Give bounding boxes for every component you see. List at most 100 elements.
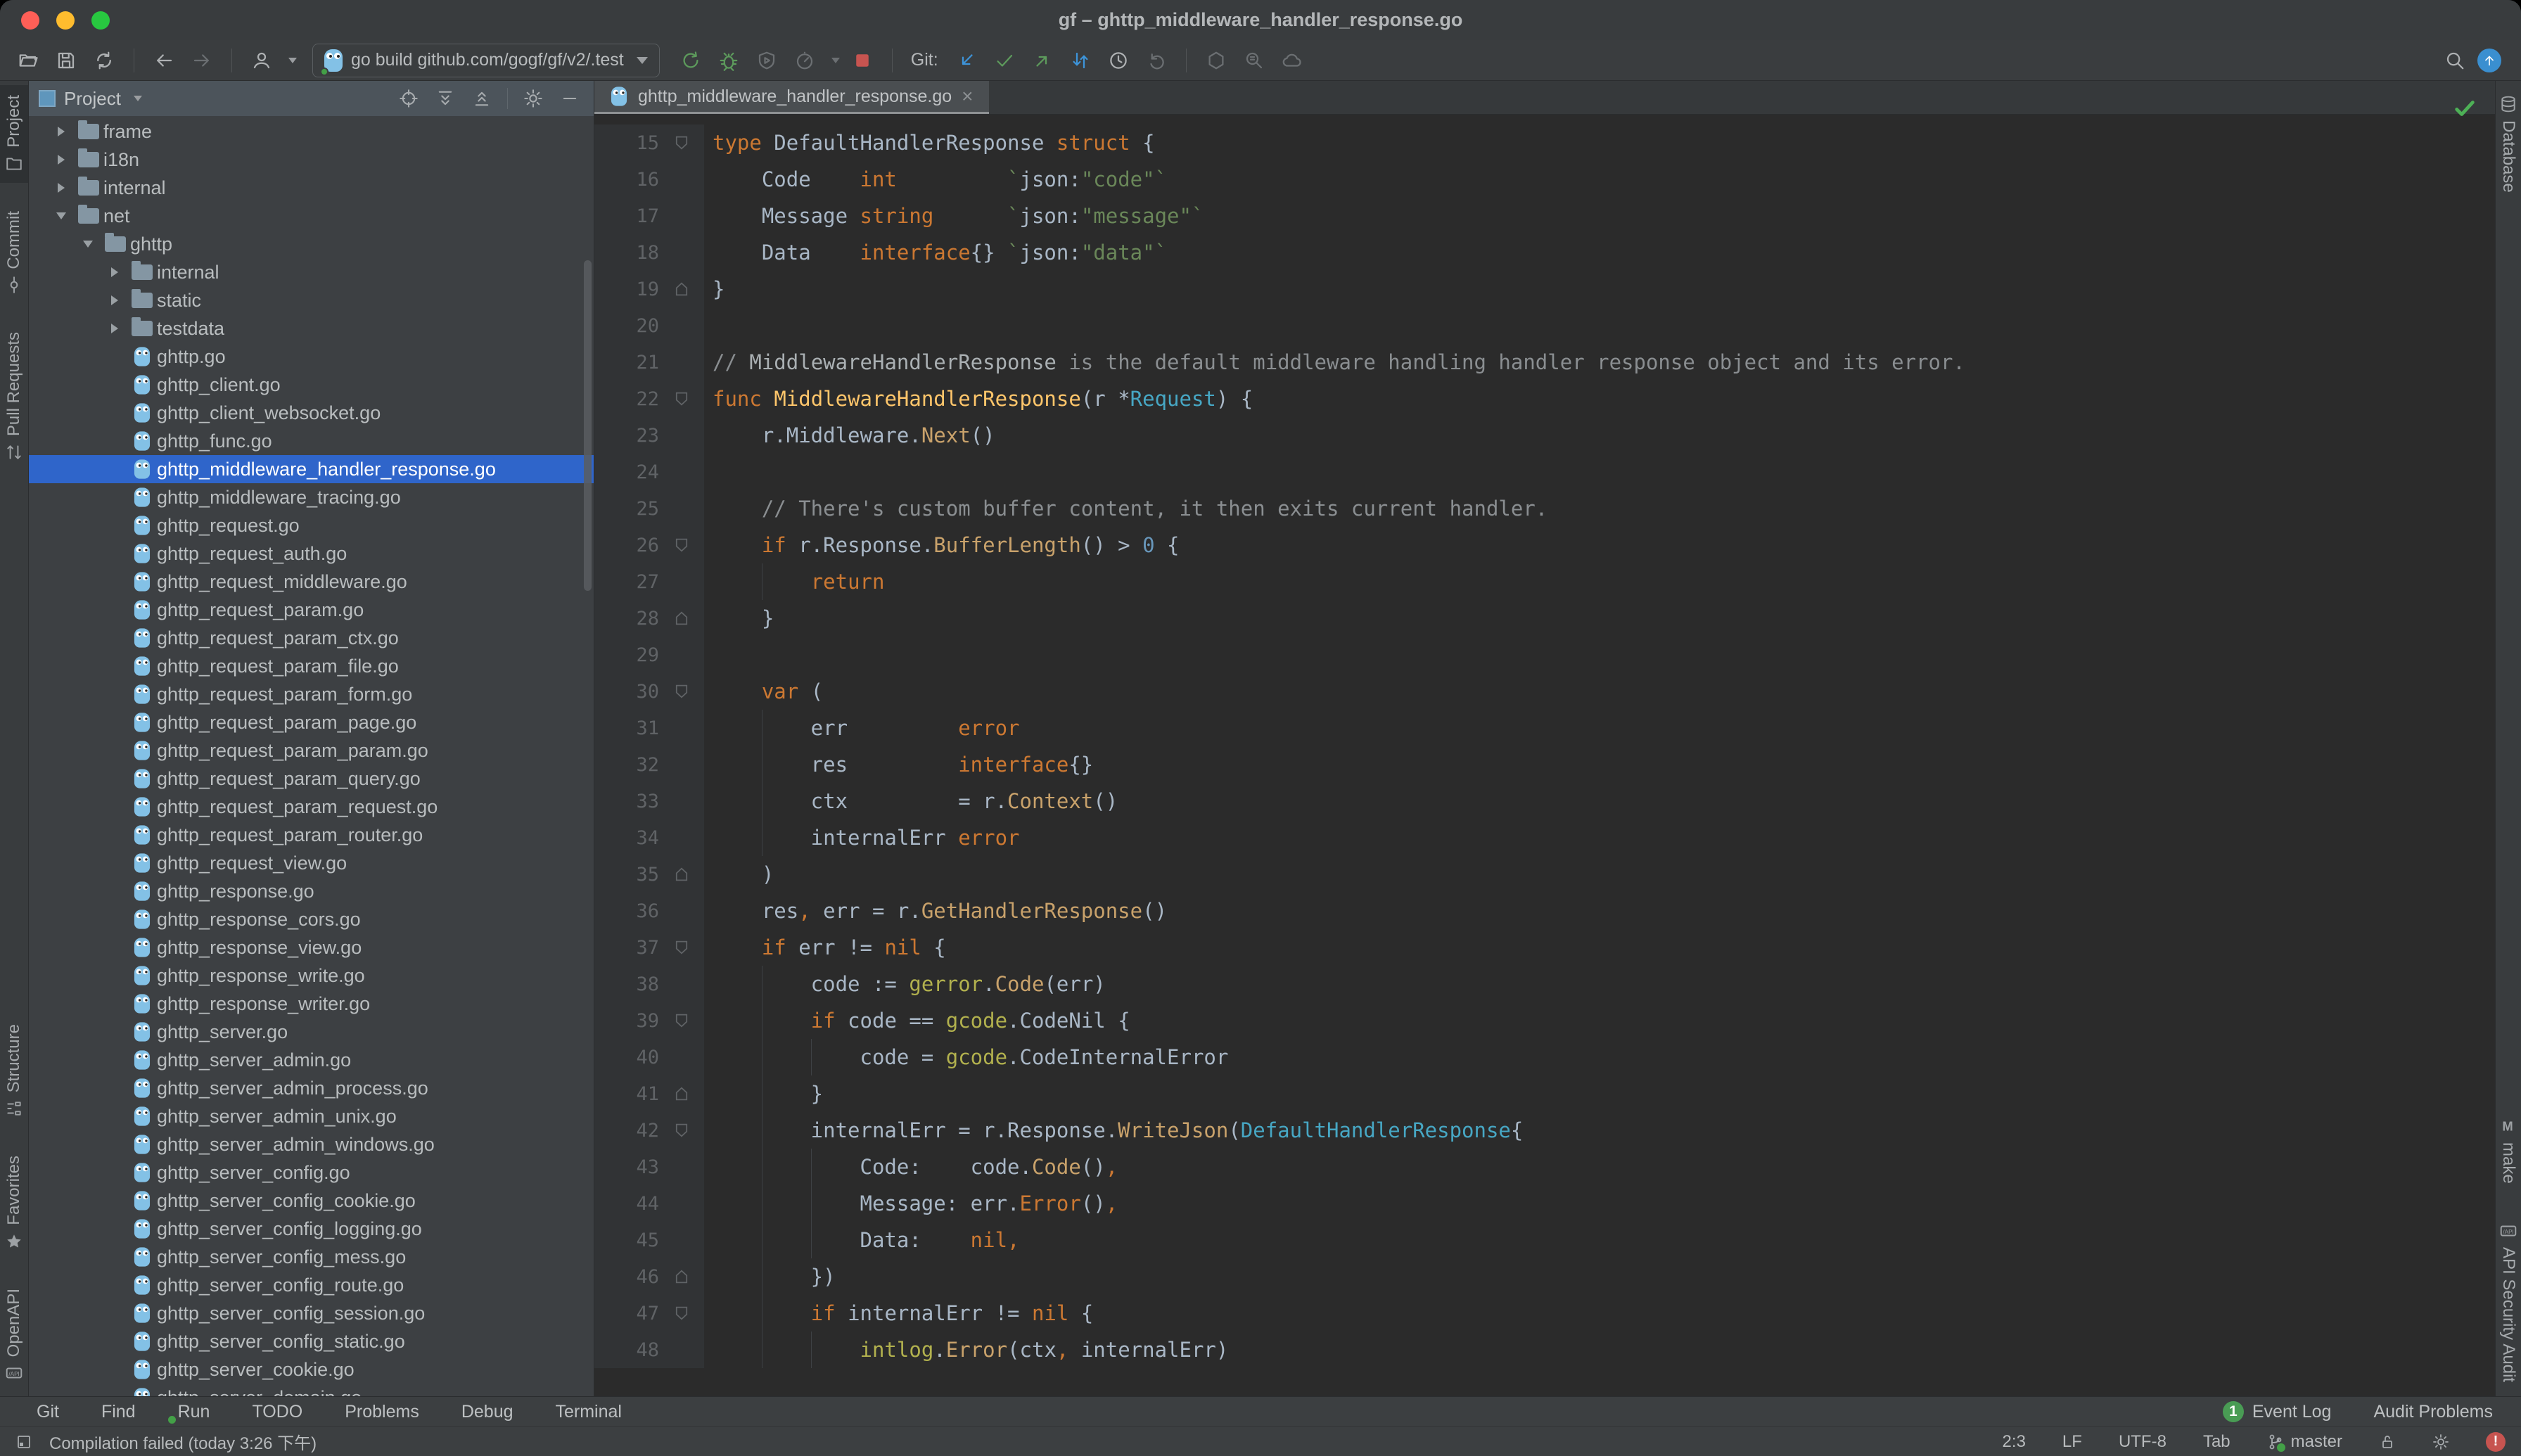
sync-icon[interactable] (89, 45, 120, 76)
tree-item-ghttp-request-param-go[interactable]: ghttp_request_param.go (29, 596, 594, 624)
hexagon-icon[interactable] (1201, 45, 1232, 76)
code-line-24[interactable]: 24 (594, 454, 2495, 490)
code-line-42[interactable]: 42 internalErr = r.Response.WriteJson(De… (594, 1112, 2495, 1149)
code-line-33[interactable]: 33 ctx = r.Context() (594, 783, 2495, 819)
code-line-39[interactable]: 39 if code == gcode.CodeNil { (594, 1002, 2495, 1039)
code-editor[interactable]: 15type DefaultHandlerResponse struct {16… (594, 115, 2495, 1396)
fold-marker-icon[interactable] (659, 940, 704, 954)
gutter[interactable]: 34 (594, 819, 704, 856)
code-line-32[interactable]: 32 res interface{} (594, 746, 2495, 783)
history-clock-icon[interactable] (1103, 45, 1134, 76)
close-tab-icon[interactable]: × (962, 87, 973, 106)
tool-window-button-openapi[interactable]: OpenAPI/API (0, 1279, 28, 1392)
gutter[interactable]: 35 (594, 856, 704, 893)
tree-item-ghttp-server-config-static-go[interactable]: ghttp_server_config_static.go (29, 1327, 594, 1355)
fold-marker-icon[interactable] (659, 392, 704, 406)
tool-window-button-pull-requests[interactable]: Pull Requests (0, 322, 28, 471)
tree-item-ghttp-server-cookie-go[interactable]: ghttp_server_cookie.go (29, 1355, 594, 1384)
code-line-29[interactable]: 29 (594, 637, 2495, 673)
gutter[interactable]: 45 (594, 1222, 704, 1258)
code-line-37[interactable]: 37 if err != nil { (594, 929, 2495, 966)
gear-settings-icon[interactable] (2432, 1433, 2449, 1450)
gutter[interactable]: 46 (594, 1258, 704, 1295)
gutter[interactable]: 48 (594, 1332, 704, 1368)
toolwindow-bar-item-event-log[interactable]: 1Event Log (2209, 1397, 2346, 1426)
code-line-44[interactable]: 44 Message: err.Error(), (594, 1185, 2495, 1222)
expand-all-icon[interactable] (431, 84, 459, 113)
tree-item-ghttp-server-config-mess-go[interactable]: ghttp_server_config_mess.go (29, 1243, 594, 1271)
gutter[interactable]: 30 (594, 673, 704, 710)
lock-icon[interactable] (2379, 1433, 2396, 1450)
encoding-indicator[interactable]: UTF-8 (2119, 1432, 2166, 1452)
code-line-30[interactable]: 30 var ( (594, 673, 2495, 710)
tree-chevron-icon[interactable] (49, 183, 74, 193)
user-icon[interactable] (246, 45, 277, 76)
rerun-button[interactable] (675, 45, 706, 76)
tree-item-ghttp-response-cors-go[interactable]: ghttp_response_cors.go (29, 905, 594, 933)
tool-window-button-database[interactable]: Database (2496, 85, 2521, 203)
tool-window-button-project[interactable]: Project (0, 85, 28, 183)
gutter[interactable]: 23 (594, 417, 704, 454)
tree-chevron-icon[interactable] (102, 295, 127, 305)
git-fetch-icon[interactable] (1065, 45, 1096, 76)
rollback-icon[interactable] (1141, 45, 1172, 76)
code-line-27[interactable]: 27 return (594, 563, 2495, 600)
git-update-icon[interactable] (951, 45, 982, 76)
gutter[interactable]: 33 (594, 783, 704, 819)
tree-item-ghttp[interactable]: ghttp (29, 230, 594, 258)
cloud-icon[interactable] (1277, 45, 1308, 76)
code-line-43[interactable]: 43 Code: code.Code(), (594, 1149, 2495, 1185)
indent-indicator[interactable]: Tab (2203, 1432, 2230, 1452)
code-line-20[interactable]: 20 (594, 307, 2495, 344)
code-line-16[interactable]: 16 Code int `json:"code"` (594, 161, 2495, 198)
toolwindow-bar-item-find[interactable]: Find (79, 1397, 150, 1426)
gutter[interactable]: 21 (594, 344, 704, 381)
gutter[interactable]: 44 (594, 1185, 704, 1222)
status-message[interactable]: Compilation failed (today 3:26 下午) (49, 1429, 317, 1454)
code-line-28[interactable]: 28 } (594, 600, 2495, 637)
tree-item-ghttp-response-write-go[interactable]: ghttp_response_write.go (29, 962, 594, 990)
tree-chevron-icon[interactable] (49, 127, 74, 136)
gutter[interactable]: 38 (594, 966, 704, 1002)
fold-marker-icon[interactable] (659, 867, 704, 881)
git-push-icon[interactable] (1027, 45, 1058, 76)
fold-marker-icon[interactable] (659, 1306, 704, 1320)
tree-item-ghttp-request-param-ctx-go[interactable]: ghttp_request_param_ctx.go (29, 624, 594, 652)
gutter[interactable]: 24 (594, 454, 704, 490)
toolwindow-bar-item-todo[interactable]: TODO (229, 1397, 317, 1426)
gutter[interactable]: 18 (594, 234, 704, 271)
tree-item-ghttp-client-websocket-go[interactable]: ghttp_client_websocket.go (29, 399, 594, 427)
tree-item-frame[interactable]: frame (29, 117, 594, 146)
gutter[interactable]: 43 (594, 1149, 704, 1185)
code-line-41[interactable]: 41 } (594, 1075, 2495, 1112)
tree-item-internal[interactable]: internal (29, 258, 594, 286)
tree-item-ghttp-client-go[interactable]: ghttp_client.go (29, 371, 594, 399)
tree-item-ghttp-server-config-session-go[interactable]: ghttp_server_config_session.go (29, 1299, 594, 1327)
code-line-35[interactable]: 35 ) (594, 856, 2495, 893)
tree-item-ghttp-response-writer-go[interactable]: ghttp_response_writer.go (29, 990, 594, 1018)
tool-window-button-api-security-audit[interactable]: /APIAPI Security Audit (2496, 1212, 2521, 1392)
user-dropdown-caret[interactable] (288, 58, 297, 63)
toolwindow-bar-item-terminal[interactable]: Terminal (533, 1397, 636, 1426)
fold-marker-icon[interactable] (659, 1087, 704, 1101)
toolwindow-bar-item-problems[interactable]: Problems (322, 1397, 433, 1426)
gutter[interactable]: 39 (594, 1002, 704, 1039)
code-line-34[interactable]: 34 internalErr error (594, 819, 2495, 856)
tool-window-button-structure[interactable]: Structure (0, 1014, 28, 1128)
tree-item-net[interactable]: net (29, 202, 594, 230)
code-line-22[interactable]: 22func MiddlewareHandlerResponse(r *Requ… (594, 381, 2495, 417)
tree-chevron-icon[interactable] (102, 267, 127, 277)
tree-item-ghttp-server-admin-process-go[interactable]: ghttp_server_admin_process.go (29, 1074, 594, 1102)
forward-button[interactable] (186, 45, 217, 76)
locate-file-icon[interactable] (395, 84, 423, 113)
tree-chevron-icon[interactable] (75, 241, 101, 248)
tree-item-ghttp-response-view-go[interactable]: ghttp_response_view.go (29, 933, 594, 962)
fold-marker-icon[interactable] (659, 282, 704, 296)
hide-panel-icon[interactable] (556, 84, 584, 113)
debug-button[interactable] (713, 45, 744, 76)
gutter[interactable]: 29 (594, 637, 704, 673)
git-branch-widget[interactable]: master (2267, 1432, 2342, 1452)
project-view-caret[interactable] (134, 96, 142, 101)
tree-item-ghttp-server-domain-go[interactable]: ghttp_server_domain.go (29, 1384, 594, 1396)
tree-chevron-icon[interactable] (49, 212, 74, 219)
